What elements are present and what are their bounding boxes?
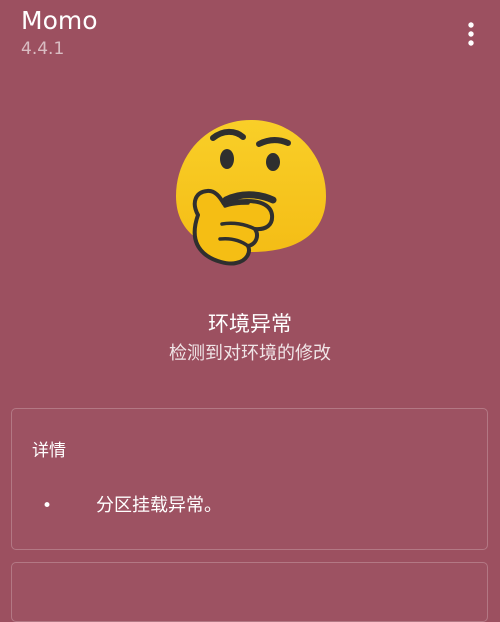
detail-text: 分区挂载异常。 (96, 495, 222, 516)
details-card: 详情 • 分区挂载异常。 (11, 408, 488, 550)
app-bar: Momo 4.4.1 (0, 0, 500, 70)
bullet-icon: • (42, 496, 53, 516)
app-title: Momo (21, 6, 98, 35)
more-vert-icon (468, 22, 474, 46)
status-title: 环境异常 (208, 312, 292, 336)
status-subtitle: 检测到对环境的修改 (169, 343, 331, 364)
thinking-face-icon (168, 112, 334, 278)
app-version: 4.4.1 (21, 39, 65, 59)
overflow-menu-button[interactable] (455, 14, 487, 54)
additional-card (11, 562, 488, 622)
details-title: 详情 (32, 441, 66, 461)
details-list-item: • 分区挂载异常。 (42, 492, 462, 520)
